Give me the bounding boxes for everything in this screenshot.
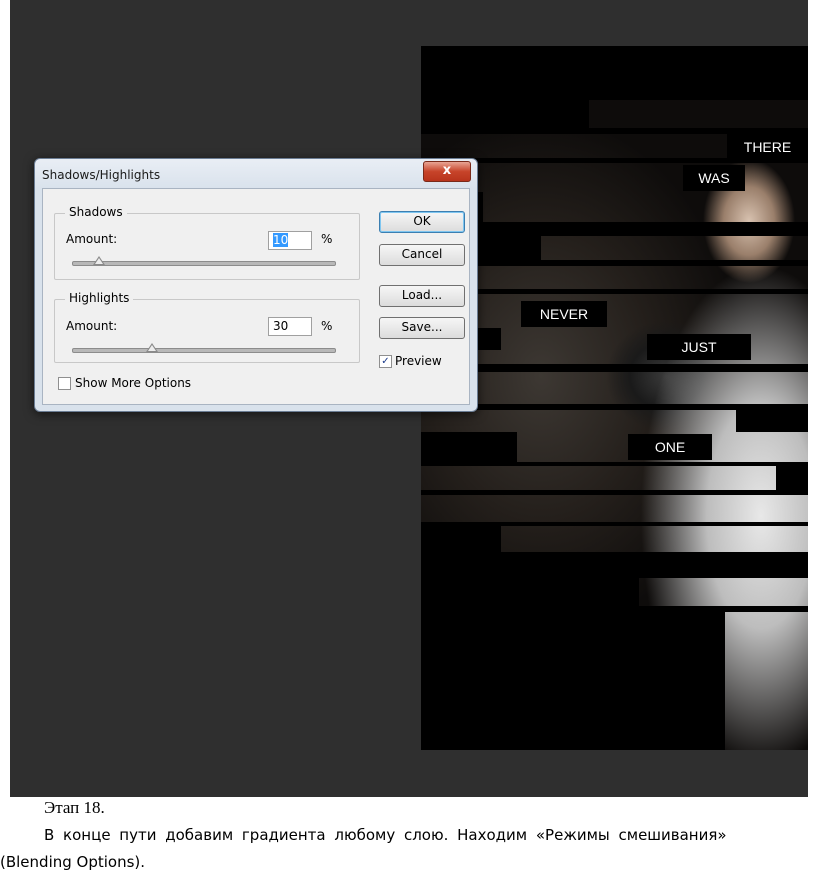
- shadows-amount-value: 10: [273, 233, 289, 247]
- dialog-titlebar[interactable]: Shadows/Highlights x: [35, 159, 477, 189]
- preview-label[interactable]: Preview: [395, 354, 442, 368]
- poster-word-one: ONE: [628, 434, 712, 460]
- save-button[interactable]: Save...: [379, 317, 465, 339]
- photoshop-workspace: THERE WAS NEVER JUST ONE Shadows/Highlig…: [10, 0, 808, 797]
- poster-strip: [736, 404, 808, 432]
- paragraph-line-1: В конце пути добавим градиента любому сл…: [44, 826, 727, 844]
- shadows-group-label: Shadows: [65, 205, 127, 219]
- highlights-amount-slider[interactable]: [72, 343, 336, 353]
- poster-strip: [421, 462, 808, 466]
- instruction-paragraph: В конце пути добавим градиента любому сл…: [0, 822, 816, 876]
- paragraph-line-2: (Blending Options).: [0, 853, 146, 871]
- poster-strip: [421, 100, 589, 128]
- poster-strip: [776, 466, 808, 490]
- shadows-slider-thumb[interactable]: [93, 256, 106, 265]
- poster-strip: [421, 490, 808, 495]
- poster-word-was: WAS: [683, 165, 745, 191]
- highlights-group-label: Highlights: [65, 291, 134, 305]
- load-button[interactable]: Load...: [379, 285, 465, 307]
- highlights-amount-value: 30: [273, 319, 289, 333]
- shadows-amount-input[interactable]: 10: [268, 231, 312, 250]
- shadows-amount-label: Amount:: [66, 232, 118, 246]
- show-more-options-checkbox[interactable]: [58, 377, 71, 390]
- poster-strip: [421, 260, 808, 266]
- poster-strip: [421, 432, 517, 462]
- poster-word-never: NEVER: [521, 301, 607, 327]
- show-more-options-label[interactable]: Show More Options: [75, 376, 191, 390]
- highlights-group: Highlights Amount: 30 %: [54, 291, 360, 363]
- close-button[interactable]: x: [423, 161, 471, 182]
- poster-strip: [421, 552, 808, 578]
- poster-strip: [421, 364, 808, 372]
- highlights-percent-unit: %: [321, 319, 333, 333]
- preview-checkbox[interactable]: ✓: [379, 355, 392, 368]
- highlights-amount-input[interactable]: 30: [268, 317, 312, 336]
- document-canvas: THERE WAS NEVER JUST ONE: [421, 46, 808, 750]
- close-icon: x: [442, 163, 452, 178]
- poster-strip: [421, 578, 639, 606]
- dialog-title: Shadows/Highlights: [42, 168, 161, 182]
- poster-word-just: JUST: [647, 334, 751, 360]
- checkmark-icon: ✓: [381, 356, 390, 367]
- shadows-group: Shadows Amount: 10 %: [54, 205, 360, 280]
- poster-word-there: THERE: [727, 134, 808, 160]
- poster-strip: [421, 526, 501, 552]
- poster-strip: [421, 289, 808, 294]
- cancel-button[interactable]: Cancel: [379, 244, 465, 266]
- shadows-highlights-dialog: Shadows/Highlights x Shadows Amount: 10 …: [34, 158, 478, 412]
- poster-strip: [421, 222, 808, 236]
- poster-strip: [421, 46, 808, 100]
- ok-button[interactable]: OK: [379, 211, 465, 233]
- highlights-amount-label: Amount:: [66, 319, 118, 333]
- dialog-content: Shadows Amount: 10 % Highlights Amount: …: [42, 188, 470, 405]
- shadows-percent-unit: %: [321, 232, 333, 246]
- shadows-amount-slider[interactable]: [72, 256, 336, 266]
- highlights-slider-thumb[interactable]: [145, 343, 158, 352]
- step-heading: Этап 18.: [44, 798, 105, 817]
- poster-strip: [421, 612, 725, 750]
